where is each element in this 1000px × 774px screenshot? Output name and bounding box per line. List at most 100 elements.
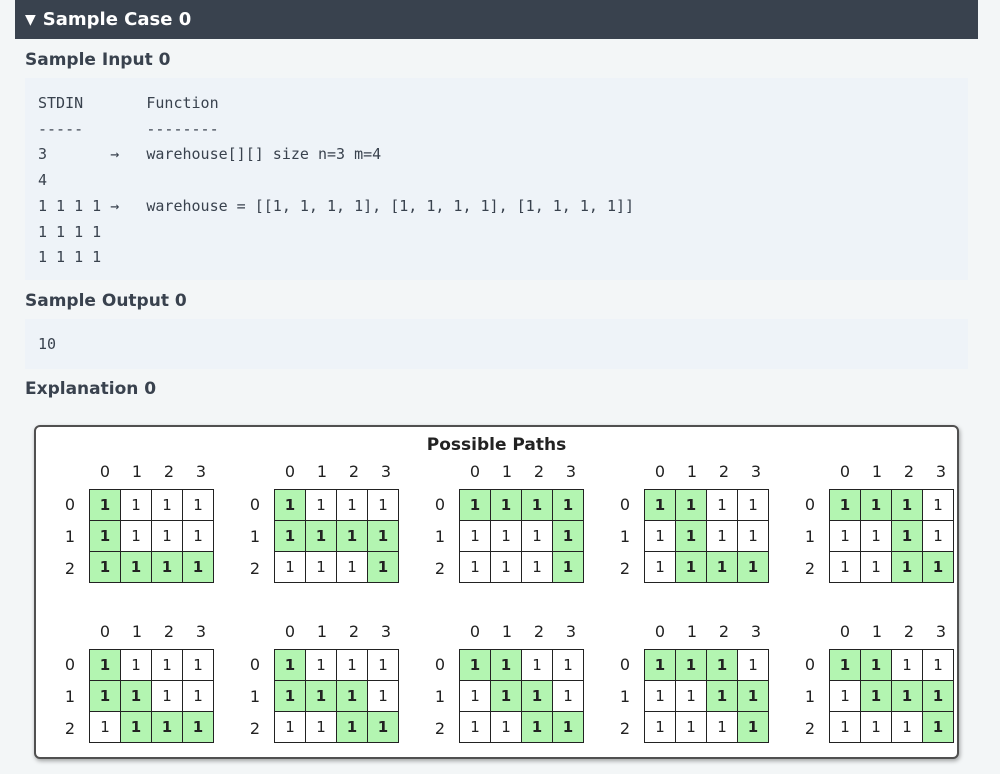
- row-label: 1: [249, 527, 261, 546]
- grid-cell: 1: [737, 520, 769, 552]
- col-label: 2: [718, 622, 730, 641]
- col-label: 1: [686, 462, 698, 481]
- row-label: 2: [804, 719, 816, 738]
- grid-cell: 1: [367, 649, 399, 681]
- grid-cell: 1: [644, 680, 676, 712]
- grid-cell-path: 1: [459, 489, 491, 521]
- grid-cell-path: 1: [922, 551, 954, 583]
- grid-cell: 1: [706, 489, 738, 521]
- grid-cell: 1: [891, 711, 923, 743]
- grid-cell-path: 1: [151, 551, 183, 583]
- row-label: 2: [64, 719, 76, 738]
- grid-cell-path: 1: [737, 680, 769, 712]
- grid-cell: 1: [922, 489, 954, 521]
- grid-cell: 1: [922, 649, 954, 681]
- col-label: 1: [316, 622, 328, 641]
- grid-cell: 1: [151, 489, 183, 521]
- col-label: 3: [195, 622, 207, 641]
- grid-cell-path: 1: [860, 680, 892, 712]
- grid-cell-path: 1: [829, 489, 861, 521]
- col-label: 3: [195, 462, 207, 481]
- grid-cell: 1: [151, 649, 183, 681]
- col-label: 1: [501, 622, 513, 641]
- col-label: 0: [654, 462, 666, 481]
- col-label: 2: [163, 462, 175, 481]
- sample-case-title: Sample Case 0: [42, 9, 192, 30]
- grid-cell-path: 1: [675, 649, 707, 681]
- row-label: 1: [619, 527, 631, 546]
- row-label: 0: [249, 655, 261, 674]
- grid-cell: 1: [552, 649, 584, 681]
- grid-cell-path: 1: [367, 551, 399, 583]
- grid-cell: 1: [829, 551, 861, 583]
- grid-cell-path: 1: [552, 711, 584, 743]
- grid-cell-path: 1: [367, 711, 399, 743]
- grid-cell-path: 1: [891, 551, 923, 583]
- sample-case-header[interactable]: ▼ Sample Case 0: [15, 0, 978, 39]
- grid-cell-path: 1: [120, 711, 152, 743]
- grid-cell: 1: [644, 520, 676, 552]
- row-label: 2: [434, 559, 446, 578]
- grid-cell: 1: [305, 711, 337, 743]
- grid-cell-path: 1: [891, 680, 923, 712]
- col-label: 0: [469, 462, 481, 481]
- grid-cell-path: 1: [644, 489, 676, 521]
- row-label: 0: [619, 495, 631, 514]
- grid-cell: 1: [644, 711, 676, 743]
- grid-cell: 1: [521, 649, 553, 681]
- grid-cell-path: 1: [644, 649, 676, 681]
- possible-paths-figure: Possible Paths 0123012111111111111012301…: [34, 425, 959, 759]
- triangle-down-icon[interactable]: ▼: [25, 12, 36, 28]
- grid-cell: 1: [922, 520, 954, 552]
- grid-cell: 1: [459, 551, 491, 583]
- grid-cell: 1: [459, 520, 491, 552]
- grid-cell-path: 1: [182, 711, 214, 743]
- code-line: 4: [38, 171, 48, 190]
- row-label: 1: [619, 687, 631, 706]
- grid-cell-path: 1: [891, 520, 923, 552]
- col-label: 2: [533, 462, 545, 481]
- grid-cell-path: 1: [922, 680, 954, 712]
- row-label: 0: [434, 655, 446, 674]
- grid-cell-path: 1: [737, 551, 769, 583]
- grid-cell: 1: [367, 680, 399, 712]
- code-line: 1 1 1 1 → warehouse = [[1, 1, 1, 1], [1,…: [38, 196, 635, 215]
- grid-cell: 1: [737, 489, 769, 521]
- grid-cell: 1: [182, 520, 214, 552]
- grid-cell: 1: [829, 680, 861, 712]
- grid-cell: 1: [644, 551, 676, 583]
- col-label: 1: [686, 622, 698, 641]
- grid-cell-path: 1: [490, 489, 522, 521]
- grid-cell: 1: [490, 551, 522, 583]
- grid-cell: 1: [305, 649, 337, 681]
- grid-cell: 1: [151, 680, 183, 712]
- grid-cell: 1: [120, 489, 152, 521]
- sample-output-title: Sample Output 0: [25, 291, 187, 311]
- col-label: 0: [99, 462, 111, 481]
- row-label: 0: [804, 655, 816, 674]
- grid-cell: 1: [182, 680, 214, 712]
- grid-cell: 1: [675, 680, 707, 712]
- grid-cell: 1: [552, 680, 584, 712]
- grid-cell: 1: [305, 551, 337, 583]
- sample-output-block: 10: [25, 319, 968, 369]
- grid-cell-path: 1: [459, 649, 491, 681]
- col-label: 0: [284, 622, 296, 641]
- grid-cell-path: 1: [922, 711, 954, 743]
- sample-input-block: STDIN Function ----- -------- 3 → warehous…: [25, 78, 968, 280]
- grid-cell: 1: [891, 649, 923, 681]
- col-label: 0: [284, 462, 296, 481]
- grid-cell: 1: [521, 551, 553, 583]
- grid-cell: 1: [829, 711, 861, 743]
- col-label: 1: [501, 462, 513, 481]
- grid-cell: 1: [490, 711, 522, 743]
- grid-cell: 1: [274, 551, 306, 583]
- code-line: STDIN Function: [38, 94, 219, 112]
- col-label: 1: [871, 622, 883, 641]
- row-label: 1: [804, 687, 816, 706]
- grid-cell: 1: [706, 520, 738, 552]
- grid-cell: 1: [860, 711, 892, 743]
- grid-cell: 1: [521, 520, 553, 552]
- col-label: 0: [839, 462, 851, 481]
- row-label: 2: [249, 559, 261, 578]
